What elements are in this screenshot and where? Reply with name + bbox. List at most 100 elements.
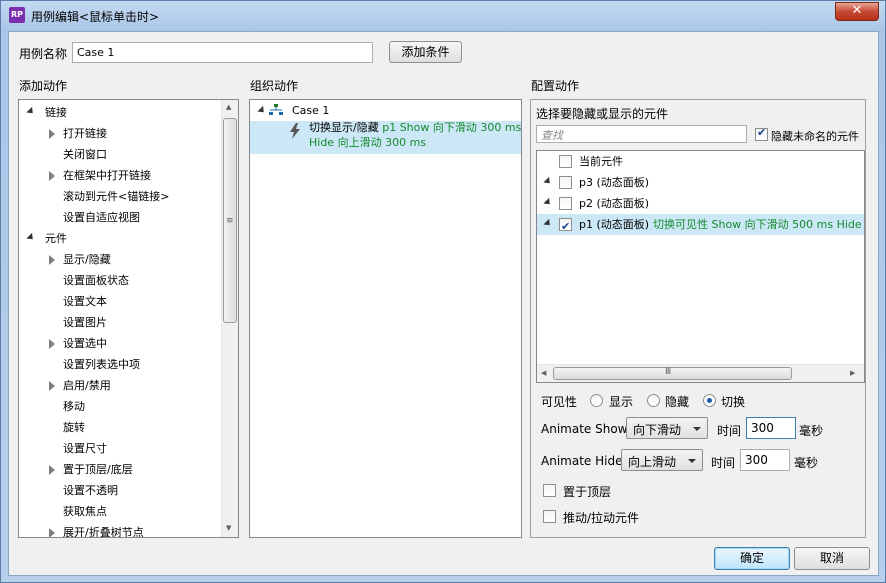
action-tree-item[interactable]: 元件 (19, 228, 219, 249)
widget-search-input[interactable]: 查找 (536, 125, 747, 143)
expanded-triangle-icon[interactable] (26, 232, 36, 243)
widget-tree-item[interactable]: p2 (动态面板) (537, 193, 864, 214)
animate-hide-dropdown[interactable]: 向上滑动 (621, 449, 703, 471)
action-tree-item[interactable]: 置于顶层/底层 (19, 459, 219, 480)
collapsed-triangle-icon[interactable] (49, 528, 55, 537)
action-detail-1: p1 Show 向下滑动 300 ms (382, 121, 522, 134)
collapsed-triangle-icon[interactable] (49, 171, 55, 181)
expanded-triangle-icon[interactable] (543, 218, 553, 229)
expanded-triangle-icon[interactable] (26, 106, 36, 117)
visibility-toggle-radio[interactable] (703, 394, 716, 407)
animate-hide-value: 向上滑动 (628, 455, 677, 469)
show-time-label: 时间 (717, 424, 742, 438)
action-tree-item[interactable]: 关闭窗口 (19, 144, 219, 165)
scroll-right-arrow-icon[interactable]: ▶ (850, 369, 855, 377)
action-tree-item-label: 移动 (63, 400, 85, 413)
organize-actions-header: 组织动作 (250, 79, 299, 93)
action-tree-item[interactable]: 旋转 (19, 417, 219, 438)
configure-actions-header: 配置动作 (531, 79, 580, 93)
action-tree-item[interactable]: 设置尺寸 (19, 438, 219, 459)
action-tree-item[interactable]: 显示/隐藏 (19, 249, 219, 270)
action-tree-item[interactable]: 设置自适应视图 (19, 207, 219, 228)
case-tree-icon (269, 104, 283, 115)
case-name-input[interactable]: Case 1 (72, 42, 373, 63)
hscroll-thumb[interactable] (553, 367, 792, 380)
add-condition-button[interactable]: 添加条件 (389, 41, 462, 63)
action-tree-item[interactable]: 在框架中打开链接 (19, 165, 219, 186)
expanded-triangle-icon[interactable] (543, 197, 553, 208)
action-tree-item[interactable]: 打开链接 (19, 123, 219, 144)
hide-time-label: 时间 (711, 456, 736, 470)
action-tree-item-label: 链接 (45, 106, 67, 119)
lightning-bolt-icon (290, 123, 300, 139)
widget-tree-item[interactable]: 当前元件 (537, 151, 864, 172)
animate-hide-label: Animate Hide (541, 454, 623, 468)
action-tree-item[interactable]: 设置不透明 (19, 480, 219, 501)
hide-unnamed-checkbox[interactable] (755, 126, 768, 141)
collapsed-triangle-icon[interactable] (49, 381, 55, 391)
case-label[interactable]: Case 1 (292, 100, 329, 121)
add-actions-header: 添加动作 (19, 79, 68, 93)
window-title: 用例编辑<鼠标单击时> (31, 10, 160, 24)
hide-ms-label: 毫秒 (794, 456, 819, 470)
visibility-show-label: 显示 (609, 395, 634, 409)
widget-tree-item[interactable]: p3 (动态面板) (537, 172, 864, 193)
widget-checkbox[interactable] (559, 216, 572, 237)
action-tree-item[interactable]: 移动 (19, 396, 219, 417)
action-tree-item[interactable]: 设置文本 (19, 291, 219, 312)
action-tree-item[interactable]: 设置图片 (19, 312, 219, 333)
action-tree-item-label: 展开/折叠树节点 (63, 526, 144, 538)
action-tree-item-label: 打开链接 (63, 127, 107, 140)
scroll-up-arrow-icon[interactable]: ▲ (226, 103, 231, 111)
collapsed-triangle-icon[interactable] (49, 129, 55, 139)
widget-checkbox[interactable] (559, 176, 572, 189)
push-pull-checkbox[interactable] (543, 510, 556, 523)
cancel-button[interactable]: 取消 (794, 547, 870, 570)
actions-tree-scrollbar[interactable]: ▲ ≡ ▼ (221, 100, 238, 537)
action-tree-item-label: 设置自适应视图 (63, 211, 140, 224)
widget-checkbox[interactable] (559, 155, 572, 168)
scroll-left-arrow-icon[interactable]: ◀ (541, 369, 546, 377)
collapsed-triangle-icon[interactable] (49, 339, 55, 349)
action-tree-item-label: 滚动到元件<锚链接> (63, 190, 170, 203)
title-bar[interactable]: RP 用例编辑<鼠标单击时> ✕ (1, 1, 885, 31)
bring-to-front-checkbox[interactable] (543, 484, 556, 497)
action-tree-item-label: 旋转 (63, 421, 85, 434)
action-tree-item[interactable]: 获取焦点 (19, 501, 219, 522)
action-tree-item-label: 设置文本 (63, 295, 107, 308)
dialog-body: 用例名称 Case 1 添加条件 添加动作 组织动作 配置动作 链接 打开链接 关闭… (8, 31, 879, 576)
animate-show-dropdown[interactable]: 向下滑动 (626, 417, 708, 439)
action-tree-item[interactable]: 设置列表选中项 (19, 354, 219, 375)
show-time-input[interactable]: 300 (746, 417, 796, 439)
hscroll-grip-icon: Ⅲ (665, 367, 672, 377)
widgets-hscrollbar[interactable]: ◀ Ⅲ ▶ (537, 364, 864, 382)
collapsed-triangle-icon[interactable] (49, 255, 55, 265)
action-tree-item[interactable]: 设置面板状态 (19, 270, 219, 291)
action-tree-item-label: 元件 (45, 232, 67, 245)
action-tree-item[interactable]: 展开/折叠树节点 (19, 522, 219, 538)
action-tree-item[interactable]: 设置选中 (19, 333, 219, 354)
push-pull-label: 推动/拉动元件 (563, 511, 640, 525)
widget-tree-item[interactable]: p1 (动态面板)切换可见性 Show 向下滑动 500 ms Hide 向上 (537, 214, 864, 237)
action-tree-item-label: 置于顶层/底层 (63, 463, 133, 476)
action-tree-item-label: 获取焦点 (63, 505, 107, 518)
action-line-1[interactable]: 切换显示/隐藏 p1 Show 向下滑动 300 ms (309, 120, 521, 136)
widget-checkbox[interactable] (559, 197, 572, 210)
ok-button[interactable]: 确定 (714, 547, 790, 570)
hide-time-input[interactable]: 300 (740, 449, 790, 471)
case-expand-icon[interactable] (257, 105, 267, 116)
scroll-down-arrow-icon[interactable]: ▼ (226, 524, 231, 532)
widget-label: p2 (动态面板) (579, 197, 650, 210)
close-button[interactable]: ✕ (835, 2, 879, 21)
expanded-triangle-icon[interactable] (543, 176, 553, 187)
visibility-show-radio[interactable] (590, 394, 603, 407)
action-tree-item[interactable]: 启用/禁用 (19, 375, 219, 396)
visibility-hide-radio[interactable] (647, 394, 660, 407)
app-logo-icon: RP (9, 7, 25, 23)
action-tree-item-label: 在框架中打开链接 (63, 169, 151, 182)
action-tree-item[interactable]: 滚动到元件<锚链接> (19, 186, 219, 207)
action-tree-item-label: 设置列表选中项 (63, 358, 140, 371)
visibility-hide-label: 隐藏 (665, 395, 690, 409)
action-tree-item[interactable]: 链接 (19, 102, 219, 123)
collapsed-triangle-icon[interactable] (49, 465, 55, 475)
